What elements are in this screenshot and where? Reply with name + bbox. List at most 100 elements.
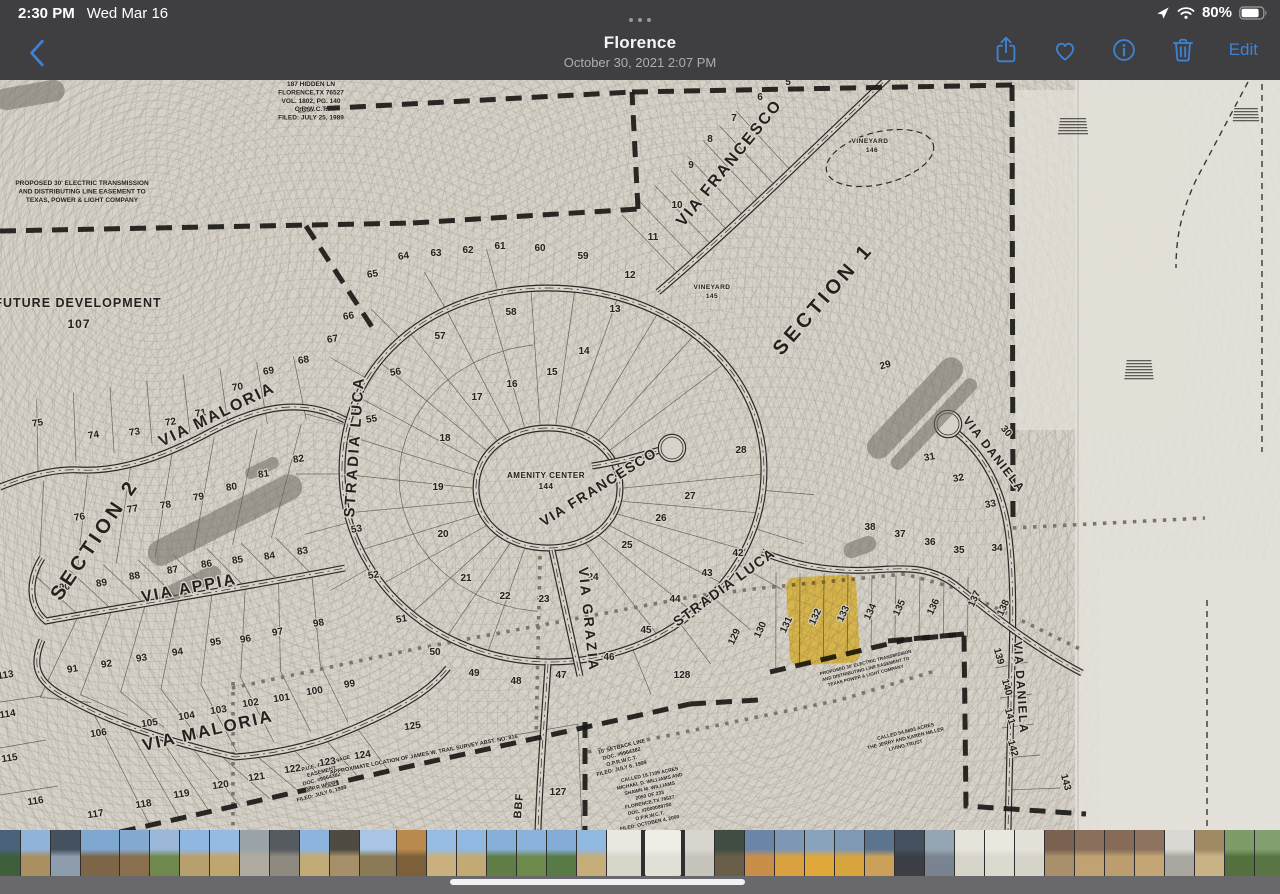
street-label: STRADIA LUCA (341, 375, 368, 518)
filmstrip-thumbnail[interactable] (180, 830, 209, 876)
lot-number: 12 (624, 270, 636, 281)
lot-number: 62 (462, 245, 474, 256)
filmstrip-thumbnail[interactable] (745, 830, 774, 876)
edit-button[interactable]: Edit (1229, 40, 1258, 60)
lot-number: 114 (0, 708, 17, 721)
filmstrip-thumbnail[interactable] (240, 830, 269, 876)
lot-number: 130 (752, 620, 769, 640)
lot-number: 87 (166, 564, 179, 577)
filmstrip-thumbnail[interactable] (81, 830, 119, 876)
filmstrip-thumbnail-selected[interactable] (645, 830, 681, 876)
filmstrip-thumbnail[interactable] (985, 830, 1014, 876)
photo-datetime: October 30, 2021 2:07 PM (200, 55, 1080, 70)
lot-number: 5 (785, 80, 791, 88)
back-button[interactable] (24, 38, 52, 68)
filmstrip-thumbnail[interactable] (1195, 830, 1224, 876)
lot-number: 63 (430, 248, 442, 259)
lot-number: 79 (192, 491, 205, 504)
lot-number: 122 (284, 763, 303, 777)
photo-plat-map[interactable]: 187 HIDDEN LNFLORENCE,TX 76527VOL. 1802,… (0, 80, 1280, 830)
lot-number: 92 (100, 658, 113, 671)
lot-number: 95 (209, 636, 222, 649)
filmstrip-thumbnail[interactable] (427, 830, 456, 876)
lot-number: 64 (397, 250, 410, 263)
lot-number: 11 (648, 232, 659, 243)
filmstrip-thumbnail[interactable] (1135, 830, 1164, 876)
multitasking-dots-icon[interactable] (0, 9, 1280, 27)
filmstrip-thumbnail[interactable] (330, 830, 359, 876)
filmstrip-thumbnail[interactable] (0, 830, 20, 876)
filmstrip-thumbnail[interactable] (1225, 830, 1254, 876)
filmstrip-thumbnail[interactable] (1105, 830, 1134, 876)
filmstrip-thumbnail[interactable] (865, 830, 894, 876)
home-indicator[interactable] (450, 879, 745, 885)
lot-number: 14 (578, 346, 590, 357)
filmstrip-thumbnail[interactable] (577, 830, 606, 876)
filmstrip-thumbnail[interactable] (835, 830, 864, 876)
vineyard-boundary (820, 119, 939, 196)
filmstrip-thumbnail[interactable] (51, 830, 80, 876)
filmstrip-thumbnail[interactable] (457, 830, 486, 876)
filmstrip-thumbnail[interactable] (360, 830, 396, 876)
filmstrip-thumbnail[interactable] (547, 830, 576, 876)
filmstrip-thumbnail[interactable] (210, 830, 239, 876)
filmstrip-thumbnail[interactable] (397, 830, 426, 876)
map-label: 144 (539, 482, 554, 491)
micro-text-block (1058, 130, 1087, 131)
filmstrip-thumbnail[interactable] (1015, 830, 1044, 876)
map-label: FUTURE DEVELOPMENT (0, 296, 162, 310)
lot-number: 85 (231, 554, 244, 567)
lot-number: 26 (655, 513, 667, 524)
lot-number: 76 (73, 511, 86, 524)
lot-number: 115 (1, 752, 19, 765)
filmstrip-thumbnail[interactable] (270, 830, 299, 876)
filmstrip-thumbnail[interactable] (517, 830, 546, 876)
filmstrip-thumbnail[interactable] (805, 830, 834, 876)
lot-number: 99 (343, 678, 356, 691)
micro-text-block (1126, 369, 1153, 370)
filmstrip-thumbnail[interactable] (715, 830, 744, 876)
lot-number: 93 (135, 652, 148, 665)
lot-number: 105 (141, 717, 160, 731)
street-label: VIA FRANCESCO (537, 444, 660, 529)
lot-number: 69 (262, 365, 275, 378)
filmstrip-thumbnail[interactable] (150, 830, 179, 876)
filmstrip-thumbnail[interactable] (775, 830, 804, 876)
filmstrip-thumbnail[interactable] (1255, 830, 1280, 876)
trash-icon[interactable] (1170, 36, 1196, 64)
lot-number: 136 (925, 597, 942, 617)
info-icon[interactable] (1111, 36, 1137, 64)
filmstrip-thumbnail[interactable] (120, 830, 149, 876)
filmstrip-thumbnail[interactable] (21, 830, 50, 876)
filmstrip-thumbnail[interactable] (607, 830, 641, 876)
filmstrip-thumbnail[interactable] (895, 830, 924, 876)
filmstrip-thumbnail[interactable] (955, 830, 984, 876)
filmstrip-thumbnail[interactable] (300, 830, 329, 876)
micro-text-block (1125, 375, 1154, 376)
battery-percent: 80% (1202, 4, 1232, 21)
annotation-text: AND DISTRIBUTING LINE EASEMENT TO (18, 188, 145, 195)
annotation-text: FILED: JULY 25, 1989 (278, 115, 344, 122)
lot-number: 34 (991, 543, 1003, 554)
filmstrip-thumbnail[interactable] (1045, 830, 1074, 876)
filmstrip-thumbnail[interactable] (1075, 830, 1104, 876)
favorite-heart-icon[interactable] (1052, 36, 1078, 64)
filmstrip-thumbnail[interactable] (1165, 830, 1194, 876)
lot-number: 46 (603, 652, 615, 663)
lot-number: 113 (0, 669, 15, 682)
lot-number: 15 (546, 367, 558, 378)
filmstrip-thumbnail[interactable] (487, 830, 516, 876)
filmstrip-thumbnail[interactable] (925, 830, 954, 876)
lot-number: 6 (757, 92, 763, 103)
micro-text-block (1234, 108, 1257, 109)
bottom-bar (0, 876, 1280, 894)
lot-number: 53 (350, 523, 363, 536)
lot-number: 88 (128, 570, 141, 583)
lot-number: 16 (506, 379, 518, 390)
status-bar: 2:30 PMWed Mar 16 80% (0, 0, 1280, 26)
share-icon[interactable] (993, 36, 1019, 64)
annotation-text: VOL. 1802, PG. 140 (282, 98, 341, 105)
lot-number: 61 (494, 241, 506, 252)
map-label: VINEYARD (694, 284, 731, 291)
filmstrip-thumbnail[interactable] (685, 830, 714, 876)
